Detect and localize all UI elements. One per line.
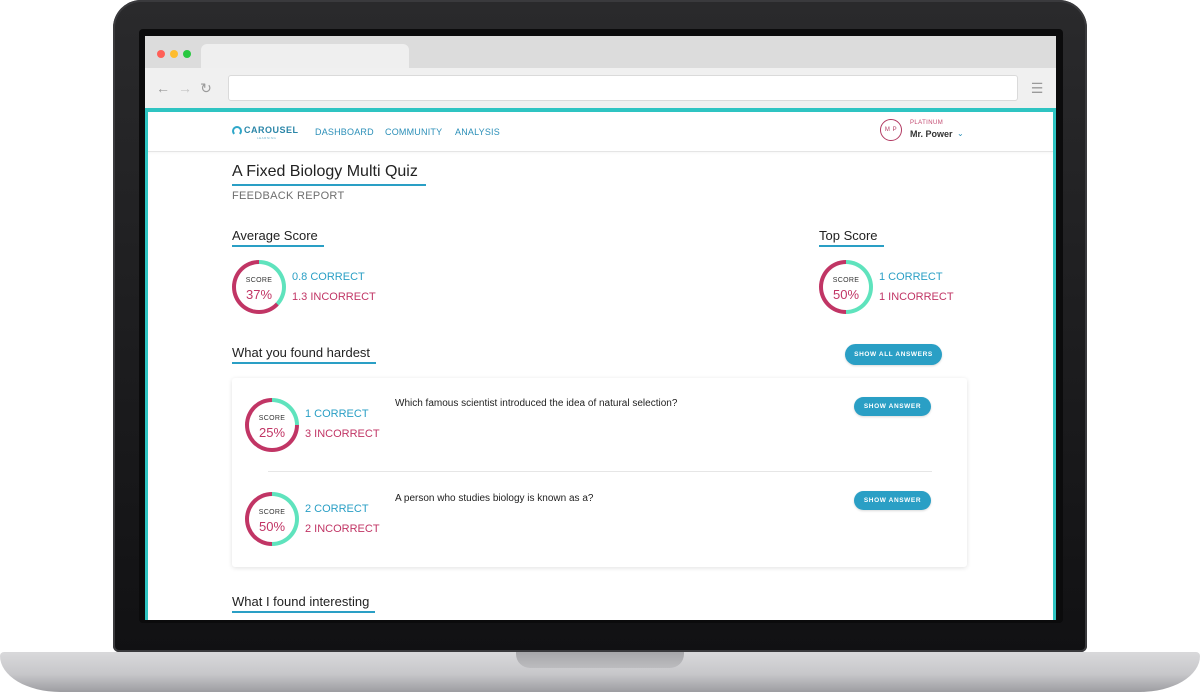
top-score-value: 50%	[832, 287, 860, 302]
question-score-ring: SCORE 50%	[245, 492, 299, 546]
page-title: A Fixed Biology Multi Quiz	[232, 163, 426, 186]
average-score-heading: Average Score	[232, 228, 324, 247]
laptop-screen: ← → ↻ ☰ CAROUSEL LEARNING DASHBOARD COMM…	[145, 36, 1056, 620]
close-window-dot[interactable]	[157, 50, 165, 58]
app-header: CAROUSEL LEARNING DASHBOARD COMMUNITY AN…	[148, 112, 1053, 152]
question-score-value: 25%	[258, 425, 286, 440]
logo-subtext: LEARNING	[257, 136, 277, 140]
score-ring-center: SCORE 25%	[249, 402, 295, 448]
question-incorrect: 3 INCORRECT	[305, 428, 380, 440]
user-tier: PLATINUM	[910, 120, 944, 126]
hamburger-menu-icon[interactable]: ☰	[1029, 80, 1045, 96]
show-all-answers-button[interactable]: SHOW ALL ANSWERS	[845, 344, 942, 365]
minimize-window-dot[interactable]	[170, 50, 178, 58]
average-incorrect: 1.3 INCORRECT	[292, 291, 376, 303]
question-text: Which famous scientist introduced the id…	[395, 398, 678, 409]
question-score-ring: SCORE 25%	[245, 398, 299, 452]
address-bar[interactable]	[228, 75, 1018, 101]
nav-analysis[interactable]: ANALYSIS	[455, 127, 500, 137]
score-ring-center: SCORE 50%	[249, 496, 295, 542]
main-content: A Fixed Biology Multi Quiz FEEDBACK REPO…	[148, 152, 1053, 620]
maximize-window-dot[interactable]	[183, 50, 191, 58]
score-label: SCORE	[245, 277, 273, 284]
hardest-heading: What you found hardest	[232, 345, 377, 364]
reload-icon[interactable]: ↻	[198, 80, 214, 96]
avatar[interactable]: M P	[880, 119, 902, 141]
tab-strip	[145, 36, 1056, 68]
question-correct: 1 CORRECT	[305, 408, 369, 420]
show-answer-button[interactable]: SHOW ANSWER	[854, 397, 931, 416]
top-score-heading: Top Score	[819, 228, 884, 247]
browser-tab[interactable]	[201, 44, 409, 68]
score-ring-center: SCORE 37%	[236, 264, 282, 310]
interesting-heading: What I found interesting	[232, 594, 376, 613]
logo-text: CAROUSEL	[244, 125, 299, 135]
show-answer-button[interactable]: SHOW ANSWER	[854, 491, 931, 510]
top-correct: 1 CORRECT	[879, 271, 943, 283]
average-score-value: 37%	[245, 287, 273, 302]
forward-arrow-icon[interactable]: →	[177, 80, 193, 96]
nav-community[interactable]: COMMUNITY	[385, 127, 442, 137]
page-subtitle: FEEDBACK REPORT	[232, 190, 345, 202]
question-correct: 2 CORRECT	[305, 503, 369, 515]
question-text: A person who studies biology is known as…	[395, 493, 594, 504]
card-divider	[268, 471, 932, 472]
back-arrow-icon[interactable]: ←	[155, 80, 171, 96]
average-correct: 0.8 CORRECT	[292, 271, 365, 283]
average-score-ring: SCORE 37%	[232, 260, 286, 314]
user-name[interactable]: Mr. Power	[910, 129, 953, 139]
teal-right-border	[1053, 108, 1056, 620]
carousel-logo-icon	[232, 126, 242, 136]
nav-dashboard[interactable]: DASHBOARD	[315, 127, 374, 137]
top-incorrect: 1 INCORRECT	[879, 291, 954, 303]
chevron-down-icon[interactable]: ⌄	[957, 129, 964, 138]
question-incorrect: 2 INCORRECT	[305, 523, 380, 535]
score-label: SCORE	[258, 509, 286, 516]
browser-chrome: ← → ↻ ☰	[145, 36, 1056, 108]
laptop-notch	[516, 652, 684, 668]
browser-toolbar: ← → ↻ ☰	[145, 68, 1056, 108]
top-score-ring: SCORE 50%	[819, 260, 873, 314]
hardest-questions-card: SCORE 25% 1 CORRECT 3 INCORRECT Which fa…	[232, 378, 967, 567]
score-ring-center: SCORE 50%	[823, 264, 869, 310]
score-label: SCORE	[258, 415, 286, 422]
question-score-value: 50%	[258, 519, 286, 534]
score-label: SCORE	[832, 277, 860, 284]
